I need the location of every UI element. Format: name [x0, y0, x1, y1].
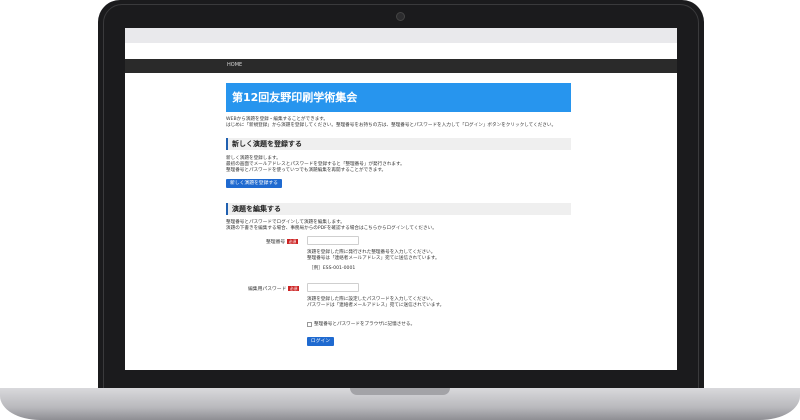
- register-heading: 新しく演題を登録する: [226, 138, 571, 150]
- intro-line-2: はじめに「新規登録」から演題を登録してください。整理番号をお持ちの方は、整理番号…: [226, 123, 557, 128]
- pw-help-2: パスワードは「連絡者メールアドレス」宛てに送信されています。: [307, 303, 445, 308]
- required-badge: 必須: [287, 239, 298, 244]
- id-example: ［例］ESS-001-0001: [309, 266, 356, 271]
- pw-label-row: 編集用パスワード 必須: [248, 285, 299, 292]
- id-label: 整理番号: [266, 240, 286, 245]
- page-title: 第12回友野印刷学術集会: [226, 83, 571, 112]
- nav-home-link[interactable]: HOME: [227, 62, 242, 68]
- edit-heading: 演題を編集する: [226, 203, 571, 215]
- required-badge: 必須: [288, 286, 299, 291]
- remember-label[interactable]: 整理番号とパスワードをブラウザに記憶させる。: [314, 322, 415, 328]
- remember-checkbox[interactable]: [307, 322, 312, 327]
- camera-icon: [396, 12, 405, 21]
- nav-bar: [125, 59, 677, 73]
- id-label-row: 整理番号 必須: [266, 238, 298, 245]
- edit-line-2: 演題の下書きを編集する場合、事務局からのPDFを確認する場合はこちらからログイン…: [226, 226, 437, 231]
- laptop-screen: HOME 第12回友野印刷学術集会 WEBから演題を登録・編集することができます…: [125, 28, 677, 370]
- register-line-3: 整理番号とパスワードを使っていつでも演題編集を再開することができます。: [226, 168, 387, 173]
- id-help-2: 整理番号は「連絡者メールアドレス」宛てに送信されています。: [307, 256, 440, 261]
- browser-bar: [125, 28, 677, 43]
- login-button[interactable]: ログイン: [307, 337, 334, 346]
- laptop-notch: [350, 388, 450, 395]
- id-input[interactable]: [307, 236, 359, 245]
- password-input[interactable]: [307, 283, 359, 292]
- register-button[interactable]: 新しく演題を登録する: [226, 179, 282, 188]
- pw-label: 編集用パスワード: [248, 287, 287, 292]
